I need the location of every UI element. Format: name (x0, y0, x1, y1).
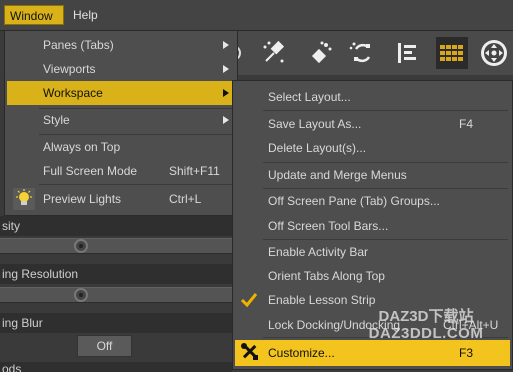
light-bulb-icon (11, 187, 37, 211)
menu-item-activity-bar[interactable]: Enable Activity Bar (235, 240, 510, 264)
menu-item-label: Workspace (43, 86, 103, 100)
menu-item-label: Off Screen Tool Bars... (268, 219, 389, 233)
param-label-blur: ing Blur (0, 313, 232, 333)
menu-separator (39, 184, 235, 185)
point-light-icon[interactable] (304, 37, 336, 69)
menu-item-shortcut: F3 (459, 346, 474, 360)
slider-knob[interactable] (74, 239, 88, 253)
menu-separator (263, 110, 508, 111)
menu-item-label: Select Layout... (268, 90, 351, 104)
menu-item-save-layout[interactable]: Save Layout As... F4 (235, 112, 510, 136)
menu-item-shortcut: Shift+F11 (169, 164, 220, 178)
checkmark-icon (240, 293, 258, 308)
watermark-line1: DAZ3D下载站 (378, 308, 474, 325)
off-button[interactable]: Off (77, 335, 132, 357)
menu-item-orient-tabs[interactable]: Orient Tabs Along Top (235, 264, 510, 288)
param-slider-resolution[interactable] (0, 287, 232, 303)
param-label-intensity: sity (0, 216, 232, 236)
submenu-arrow-icon (223, 65, 229, 73)
tools-icon (241, 343, 258, 360)
menu-item-customize[interactable]: Customize... F3 (235, 340, 510, 366)
submenu-arrow-icon (223, 41, 229, 49)
menu-item-workspace[interactable]: Workspace (7, 81, 235, 105)
grid-icon[interactable] (436, 37, 468, 69)
menu-item-label: Preview Lights (43, 192, 122, 206)
menu-item-off-screen-panes[interactable]: Off Screen Pane (Tab) Groups... (235, 189, 510, 213)
spot-light-icon[interactable] (258, 37, 290, 69)
param-label-methods: ods (0, 362, 232, 372)
align-icon[interactable] (392, 37, 424, 69)
menu-window[interactable]: Window (4, 5, 64, 25)
menu-item-delete-layout[interactable]: Delete Layout(s)... (235, 136, 510, 160)
toolbar (229, 31, 513, 75)
rotate-icon[interactable] (346, 37, 378, 69)
menu-item-shortcut: F4 (459, 117, 474, 131)
menu-item-viewports[interactable]: Viewports (7, 57, 235, 81)
param-label-resolution: ing Resolution (0, 264, 232, 284)
menu-help[interactable]: Help (68, 5, 108, 25)
menu-item-select-layout[interactable]: Select Layout... (235, 85, 510, 109)
menu-item-label: Viewports (43, 62, 96, 76)
menu-item-style[interactable]: Style (7, 108, 235, 132)
menu-item-preview-lights[interactable]: Preview Lights Ctrl+L (7, 187, 235, 211)
menu-item-label: Update and Merge Menus (268, 168, 407, 182)
menu-item-label: Style (43, 113, 70, 127)
submenu-arrow-icon (223, 89, 229, 97)
menu-item-off-screen-toolbars[interactable]: Off Screen Tool Bars... (235, 214, 510, 238)
menu-item-label: Customize... (268, 346, 335, 360)
window-menu: Panes (Tabs) Viewports Workspace Style A… (4, 30, 238, 216)
menu-item-label: Orient Tabs Along Top (268, 269, 385, 283)
menu-item-shortcut: Ctrl+L (169, 192, 202, 206)
menu-item-label: Always on Top (43, 140, 121, 154)
menu-item-label: Full Screen Mode (43, 164, 138, 178)
menu-item-panes[interactable]: Panes (Tabs) (7, 33, 235, 57)
menubar: Window Help (0, 0, 513, 31)
watermark-line2: DAZ3DDL.COM (368, 325, 484, 342)
navigation-icon[interactable] (478, 37, 510, 69)
menu-item-update-merge[interactable]: Update and Merge Menus (235, 163, 510, 187)
menu-item-label: Panes (Tabs) (43, 38, 114, 52)
menu-item-always-on-top[interactable]: Always on Top (7, 135, 235, 159)
watermark: DAZ3D下载站 DAZ3DDL.COM (346, 308, 506, 342)
menu-item-full-screen[interactable]: Full Screen Mode Shift+F11 (7, 159, 235, 183)
param-slider-intensity[interactable] (0, 238, 232, 254)
menu-item-label: Enable Activity Bar (268, 245, 369, 259)
menu-item-label: Save Layout As... (268, 117, 362, 131)
submenu-arrow-icon (223, 116, 229, 124)
menu-item-label: Delete Layout(s)... (268, 141, 367, 155)
slider-knob[interactable] (74, 288, 88, 302)
menu-item-label: Off Screen Pane (Tab) Groups... (268, 194, 440, 208)
